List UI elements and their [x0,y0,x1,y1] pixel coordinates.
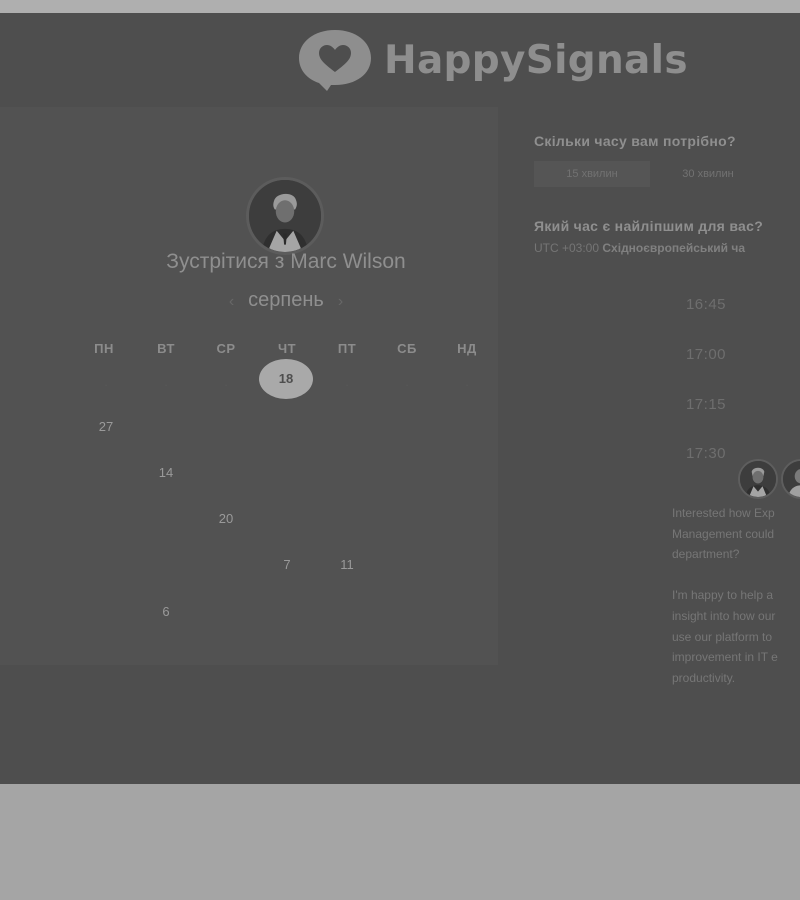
host-description-line: productivity. [672,671,736,685]
host-avatar-small [781,459,800,499]
weekday-header: ПТ [337,341,357,356]
calendar-day-disabled: · [404,377,410,392]
meeting-title: Зустрітися з Marc Wilson [166,250,406,273]
chevron-left-icon[interactable]: ‹ [229,293,234,310]
weekday-header: ЧТ [277,341,297,356]
calendar-day-disabled: · [464,377,470,392]
time-slot[interactable]: 17:15 [648,396,764,413]
month-navigator: ‹ серпень › [0,289,572,312]
scheduling-page-overlay: HappySignals Зустрітися з Marc Wilson ‹ с… [0,13,800,784]
booking-panel: Скільки часу вам потрібно? 15 хвилин 30 … [498,107,800,707]
month-label: серпень [248,289,324,311]
host-description-line: insight into how our [672,609,776,623]
calendar-day[interactable]: 27 [86,419,126,434]
weekday-header: СБ [397,341,417,356]
host-description-line: I'm happy to help a [672,588,774,602]
timezone-name: Східноєвропейський ча [602,241,746,255]
host-avatar-small [738,459,778,499]
page-bottom-area [0,784,800,900]
calendar-day-selected[interactable]: 18 [259,359,313,399]
calendar-day[interactable]: 6 [146,604,186,619]
timezone-offset: UTC +03:00 [534,241,600,255]
brand-logo: HappySignals [296,27,688,93]
calendar-day-disabled: · [223,377,229,392]
calendar-day-disabled: · [103,377,109,392]
weekday-header: СР [216,341,236,356]
duration-question: Скільки часу вам потрібно? [534,133,736,149]
chevron-right-icon[interactable]: › [338,293,343,310]
host-description-line: department? [672,547,740,561]
calendar-day[interactable]: 14 [146,465,186,480]
calendar-day[interactable]: 11 [327,557,367,572]
timezone-selector[interactable]: UTC +03:00 Східноєвропейський ча [534,241,745,255]
brand-name: HappySignals [384,37,688,83]
host-description-line: use our platform to [672,630,773,644]
person-photo-icon [783,461,800,497]
host-description-line: Management could [672,527,775,541]
time-slot[interactable]: 17:00 [648,346,764,363]
weekday-header: НД [457,341,477,356]
host-description-line: improvement in IT e [672,650,778,664]
calendar-panel: Зустрітися з Marc Wilson ‹ серпень › ПН ВТ… [0,107,498,665]
duration-option-30[interactable]: 30 хвилин [650,161,766,187]
calendar-day[interactable]: 7 [267,557,307,572]
weekday-header: ВТ [157,341,175,356]
calendar-day-disabled: · [344,377,350,392]
heart-speech-bubble-icon [299,30,371,91]
duration-option-15[interactable]: 15 хвилин [534,161,650,187]
browser-top-strip [0,0,800,13]
host-description-line: Interested how Exp [672,506,775,520]
time-slot[interactable]: 16:45 [648,296,764,313]
weekday-header: ПН [94,341,114,356]
time-question: Який час є найліпшим для вас? [534,218,764,234]
calendar-day-disabled: · [163,377,169,392]
person-photo-icon [740,461,776,497]
calendar-day[interactable]: 20 [206,511,246,526]
time-slot[interactable]: 17:30 [648,445,764,462]
host-avatar [246,177,324,255]
person-photo-icon [249,180,321,252]
